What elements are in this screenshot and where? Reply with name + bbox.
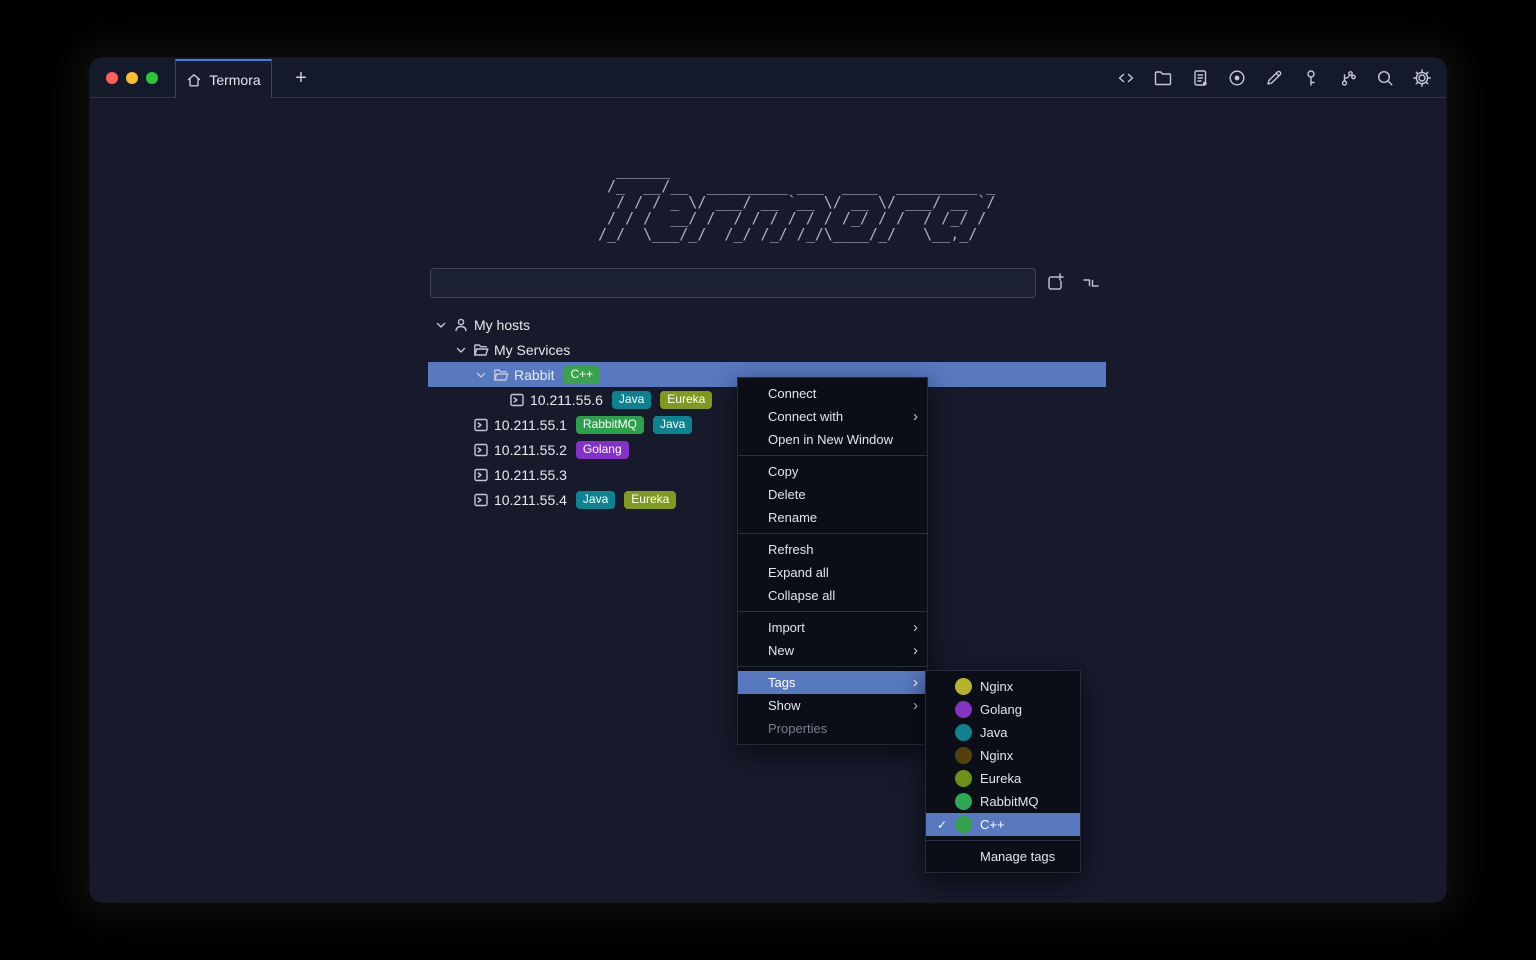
terminal-icon <box>473 467 489 483</box>
zoom-window-button[interactable] <box>146 72 158 84</box>
tag-badge: Eureka <box>660 391 712 409</box>
main-content: ______ /_ __/__ _________ ___ ____ _____… <box>90 98 1446 902</box>
tree-label: 10.211.55.3 <box>494 467 567 483</box>
ascii-logo: ______ /_ __/__ _________ ___ ____ _____… <box>598 162 995 242</box>
tag-color-dot <box>955 816 972 833</box>
tree-label: 10.211.55.1 <box>494 417 567 433</box>
tab-termora[interactable]: Termora <box>175 59 272 98</box>
context-menu: Connect Connect with › Open in New Windo… <box>737 377 928 745</box>
menu-item-rename[interactable]: Rename <box>738 506 927 529</box>
submenu-arrow-icon: › <box>913 694 918 717</box>
submenu-arrow-icon: › <box>913 671 918 694</box>
menu-item-copy[interactable]: Copy <box>738 460 927 483</box>
tag-option-java[interactable]: Java <box>926 721 1080 744</box>
tree-row-my-hosts[interactable]: My hosts <box>428 312 1106 337</box>
tags-submenu: Nginx Golang Java Nginx Eureka RabbitMQ <box>925 670 1081 873</box>
tag-badge: Java <box>612 391 651 409</box>
menu-item-properties: Properties <box>738 717 927 740</box>
submenu-arrow-icon: › <box>913 405 918 428</box>
keychain-icon[interactable] <box>1334 64 1362 92</box>
menu-item-new[interactable]: New › <box>738 639 927 662</box>
tag-color-dot <box>955 793 972 810</box>
terminal-icon <box>473 492 489 508</box>
title-bar: Termora + <box>90 58 1446 98</box>
folder-icon[interactable] <box>1149 64 1177 92</box>
menu-item-show[interactable]: Show › <box>738 694 927 717</box>
tree-label: 10.211.55.6 <box>530 392 603 408</box>
menu-item-refresh[interactable]: Refresh <box>738 538 927 561</box>
app-window: Termora + <box>90 58 1446 902</box>
checkmark-icon: ✓ <box>934 818 950 832</box>
terminal-icon <box>509 392 525 408</box>
minimize-window-button[interactable] <box>126 72 138 84</box>
tag-color-dot <box>955 724 972 741</box>
menu-item-open-in-new-window[interactable]: Open in New Window <box>738 428 927 451</box>
tree-label: 10.211.55.4 <box>494 492 567 508</box>
menu-item-manage-tags[interactable]: Manage tags <box>926 845 1080 868</box>
tag-option-golang[interactable]: Golang <box>926 698 1080 721</box>
tag-option-rabbitmq[interactable]: RabbitMQ <box>926 790 1080 813</box>
menu-separator <box>738 666 927 667</box>
key-icon[interactable] <box>1297 64 1325 92</box>
tag-badge: Golang <box>576 441 629 459</box>
tab-title: Termora <box>209 72 260 88</box>
submenu-arrow-icon: › <box>913 616 918 639</box>
code-icon[interactable] <box>1112 64 1140 92</box>
tag-color-dot <box>955 770 972 787</box>
tag-option-nginx-2[interactable]: Nginx <box>926 744 1080 767</box>
folder-open-icon <box>493 367 509 383</box>
menu-separator <box>926 840 1080 841</box>
menu-item-connect[interactable]: Connect <box>738 382 927 405</box>
edit-icon[interactable] <box>1260 64 1288 92</box>
chevron-down-icon[interactable] <box>454 343 468 357</box>
chevron-down-icon[interactable] <box>474 368 488 382</box>
chevron-down-icon[interactable] <box>434 318 448 332</box>
toolbar <box>1112 58 1436 98</box>
menu-item-connect-with[interactable]: Connect with › <box>738 405 927 428</box>
quick-connect-input[interactable] <box>430 268 1036 298</box>
tree-row-my-services[interactable]: My Services <box>428 337 1106 362</box>
tag-badge: Java <box>576 491 615 509</box>
tag-option-cpp[interactable]: ✓ C++ <box>926 813 1080 836</box>
folder-open-icon <box>473 342 489 358</box>
tag-badge: RabbitMQ <box>576 416 644 434</box>
record-icon[interactable] <box>1223 64 1251 92</box>
log-icon[interactable] <box>1186 64 1214 92</box>
tree-label: Rabbit <box>514 367 554 383</box>
home-icon <box>186 72 202 88</box>
collapse-all-icon[interactable] <box>1078 270 1104 296</box>
tag-option-eureka[interactable]: Eureka <box>926 767 1080 790</box>
add-host-icon[interactable] <box>1042 270 1068 296</box>
menu-item-collapse-all[interactable]: Collapse all <box>738 584 927 607</box>
menu-item-expand-all[interactable]: Expand all <box>738 561 927 584</box>
window-controls <box>106 72 158 84</box>
tag-color-dot <box>955 701 972 718</box>
menu-item-import[interactable]: Import › <box>738 616 927 639</box>
tag-badge: Eureka <box>624 491 676 509</box>
submenu-arrow-icon: › <box>913 639 918 662</box>
menu-item-delete[interactable]: Delete <box>738 483 927 506</box>
tag-color-dot <box>955 747 972 764</box>
tree-label: My Services <box>494 342 570 358</box>
settings-icon[interactable] <box>1408 64 1436 92</box>
close-window-button[interactable] <box>106 72 118 84</box>
menu-separator <box>738 455 927 456</box>
tag-color-dot <box>955 678 972 695</box>
tag-option-nginx[interactable]: Nginx <box>926 675 1080 698</box>
menu-separator <box>738 533 927 534</box>
menu-item-tags[interactable]: Tags › <box>738 671 927 694</box>
tag-badge: Java <box>653 416 692 434</box>
menu-separator <box>738 611 927 612</box>
new-tab-button[interactable]: + <box>286 58 316 98</box>
tree-label: My hosts <box>474 317 530 333</box>
tag-badge: C++ <box>563 366 600 384</box>
user-icon <box>453 317 469 333</box>
terminal-icon <box>473 442 489 458</box>
terminal-icon <box>473 417 489 433</box>
search-icon[interactable] <box>1371 64 1399 92</box>
tree-label: 10.211.55.2 <box>494 442 567 458</box>
